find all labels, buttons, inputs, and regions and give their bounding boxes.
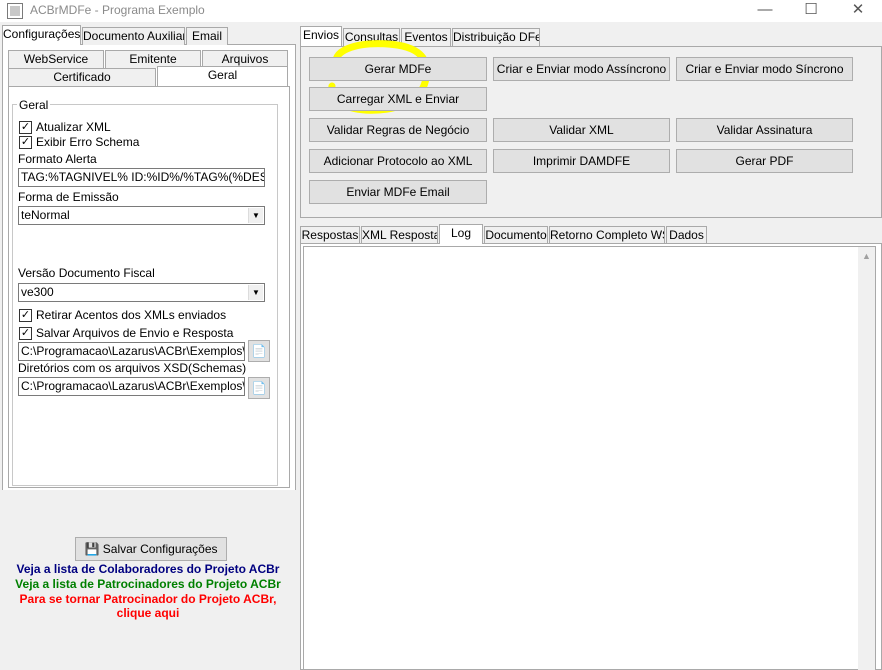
salvar-configuracoes-label: Salvar Configurações bbox=[102, 542, 218, 556]
tab-dados[interactable]: Dados bbox=[666, 226, 707, 244]
schemas-label: Diretórios com os arquivos XSD(Schemas) bbox=[18, 361, 247, 375]
validar-assinatura-button[interactable]: Validar Assinatura bbox=[676, 118, 853, 142]
tab-envios[interactable]: Envios bbox=[300, 26, 342, 46]
exibir-erro-schema-label: Exibir Erro Schema bbox=[36, 135, 140, 149]
tab-geral[interactable]: Geral bbox=[157, 66, 288, 86]
versao-documento-label: Versão Documento Fiscal bbox=[18, 266, 155, 280]
criar-enviar-sincrono-button[interactable]: Criar e Enviar modo Síncrono bbox=[676, 57, 853, 81]
forma-emissao-label: Forma de Emissão bbox=[18, 190, 119, 204]
colaboradores-link[interactable]: Veja a lista de Colaboradores do Projeto… bbox=[10, 562, 286, 576]
save-icon: 💾 bbox=[84, 542, 100, 556]
versao-documento-select[interactable]: ve300 ▼ bbox=[18, 283, 265, 302]
patrocinar-link-line1[interactable]: Para se tornar Patrocinador do Projeto A… bbox=[10, 592, 286, 606]
close-button[interactable]: ✕ bbox=[835, 0, 881, 22]
patrocinadores-link[interactable]: Veja a lista de Patrocinadores do Projet… bbox=[10, 577, 286, 591]
log-scrollbar[interactable] bbox=[858, 247, 875, 670]
validar-xml-button[interactable]: Validar XML bbox=[493, 118, 670, 142]
tab-distribuicao-dfe[interactable]: Distribuição DFe bbox=[452, 28, 540, 46]
validar-regras-button[interactable]: Validar Regras de Negócio bbox=[309, 118, 487, 142]
criar-enviar-assincrono-button[interactable]: Criar e Enviar modo Assíncrono bbox=[493, 57, 670, 81]
horizontal-splitter[interactable] bbox=[300, 218, 882, 224]
salvar-arquivos-path-input[interactable]: C:\Programacao\Lazarus\ACBr\Exemplos\ACB… bbox=[18, 342, 245, 361]
enviar-email-button[interactable]: Enviar MDFe Email bbox=[309, 180, 487, 204]
tab-certificado[interactable]: Certificado bbox=[8, 68, 156, 86]
formato-alerta-label: Formato Alerta bbox=[18, 152, 97, 166]
forma-emissao-value: teNormal bbox=[21, 208, 70, 222]
tab-documento[interactable]: Documento bbox=[484, 226, 548, 244]
salvar-configuracoes-button[interactable]: 💾 Salvar Configurações bbox=[75, 537, 227, 561]
gerar-mdfe-button[interactable]: Gerar MDFe bbox=[309, 57, 487, 81]
formato-alerta-input[interactable]: TAG:%TAGNIVEL% ID:%ID%/%TAG%(%DESCRI bbox=[18, 168, 265, 187]
chevron-down-icon[interactable]: ▼ bbox=[248, 285, 263, 300]
patrocinar-link-line2[interactable]: clique aqui bbox=[10, 606, 286, 620]
imprimir-damdfe-button[interactable]: Imprimir DAMDFE bbox=[493, 149, 670, 173]
salvar-arquivos-checkbox[interactable]: ✓ bbox=[19, 327, 32, 340]
tab-log[interactable]: Log bbox=[439, 224, 483, 244]
app-icon bbox=[7, 3, 23, 19]
tab-configuracoes[interactable]: Configurações bbox=[2, 25, 81, 45]
forma-emissao-select[interactable]: teNormal ▼ bbox=[18, 206, 265, 225]
schemas-path-input[interactable]: C:\Programacao\Lazarus\ACBr\Exemplos\ACB… bbox=[18, 377, 245, 396]
tab-documento-auxiliar[interactable]: Documento Auxiliar bbox=[82, 27, 185, 45]
atualizar-xml-label: Atualizar XML bbox=[36, 120, 111, 134]
tab-webservice[interactable]: WebService bbox=[8, 50, 104, 68]
exibir-erro-schema-checkbox[interactable]: ✓ bbox=[19, 136, 32, 149]
retirar-acentos-label: Retirar Acentos dos XMLs enviados bbox=[36, 308, 227, 322]
folder-browse-icon[interactable]: 📄 bbox=[248, 377, 270, 399]
tab-xml-resposta[interactable]: XML Resposta bbox=[361, 226, 438, 244]
gerar-pdf-button[interactable]: Gerar PDF bbox=[676, 149, 853, 173]
retirar-acentos-checkbox[interactable]: ✓ bbox=[19, 309, 32, 322]
tab-retorno-completo-ws[interactable]: Retorno Completo WS bbox=[549, 226, 665, 244]
scroll-up-icon[interactable]: ▲ bbox=[858, 248, 875, 264]
tab-email[interactable]: Email bbox=[186, 27, 228, 45]
tab-respostas[interactable]: Respostas bbox=[300, 226, 360, 244]
minimize-button[interactable]: — bbox=[742, 0, 788, 22]
log-memo[interactable] bbox=[303, 246, 876, 670]
adicionar-protocolo-button[interactable]: Adicionar Protocolo ao XML bbox=[309, 149, 487, 173]
carregar-xml-enviar-button[interactable]: Carregar XML e Enviar bbox=[309, 87, 487, 111]
salvar-arquivos-label: Salvar Arquivos de Envio e Resposta bbox=[36, 326, 234, 340]
versao-documento-value: ve300 bbox=[21, 285, 54, 299]
geral-group-label: Geral bbox=[17, 98, 51, 112]
atualizar-xml-checkbox[interactable]: ✓ bbox=[19, 121, 32, 134]
chevron-down-icon[interactable]: ▼ bbox=[248, 208, 263, 223]
maximize-button[interactable]: ☐ bbox=[788, 0, 834, 22]
window-title: ACBrMDFe - Programa Exemplo bbox=[30, 3, 205, 17]
folder-browse-icon[interactable]: 📄 bbox=[248, 340, 270, 362]
